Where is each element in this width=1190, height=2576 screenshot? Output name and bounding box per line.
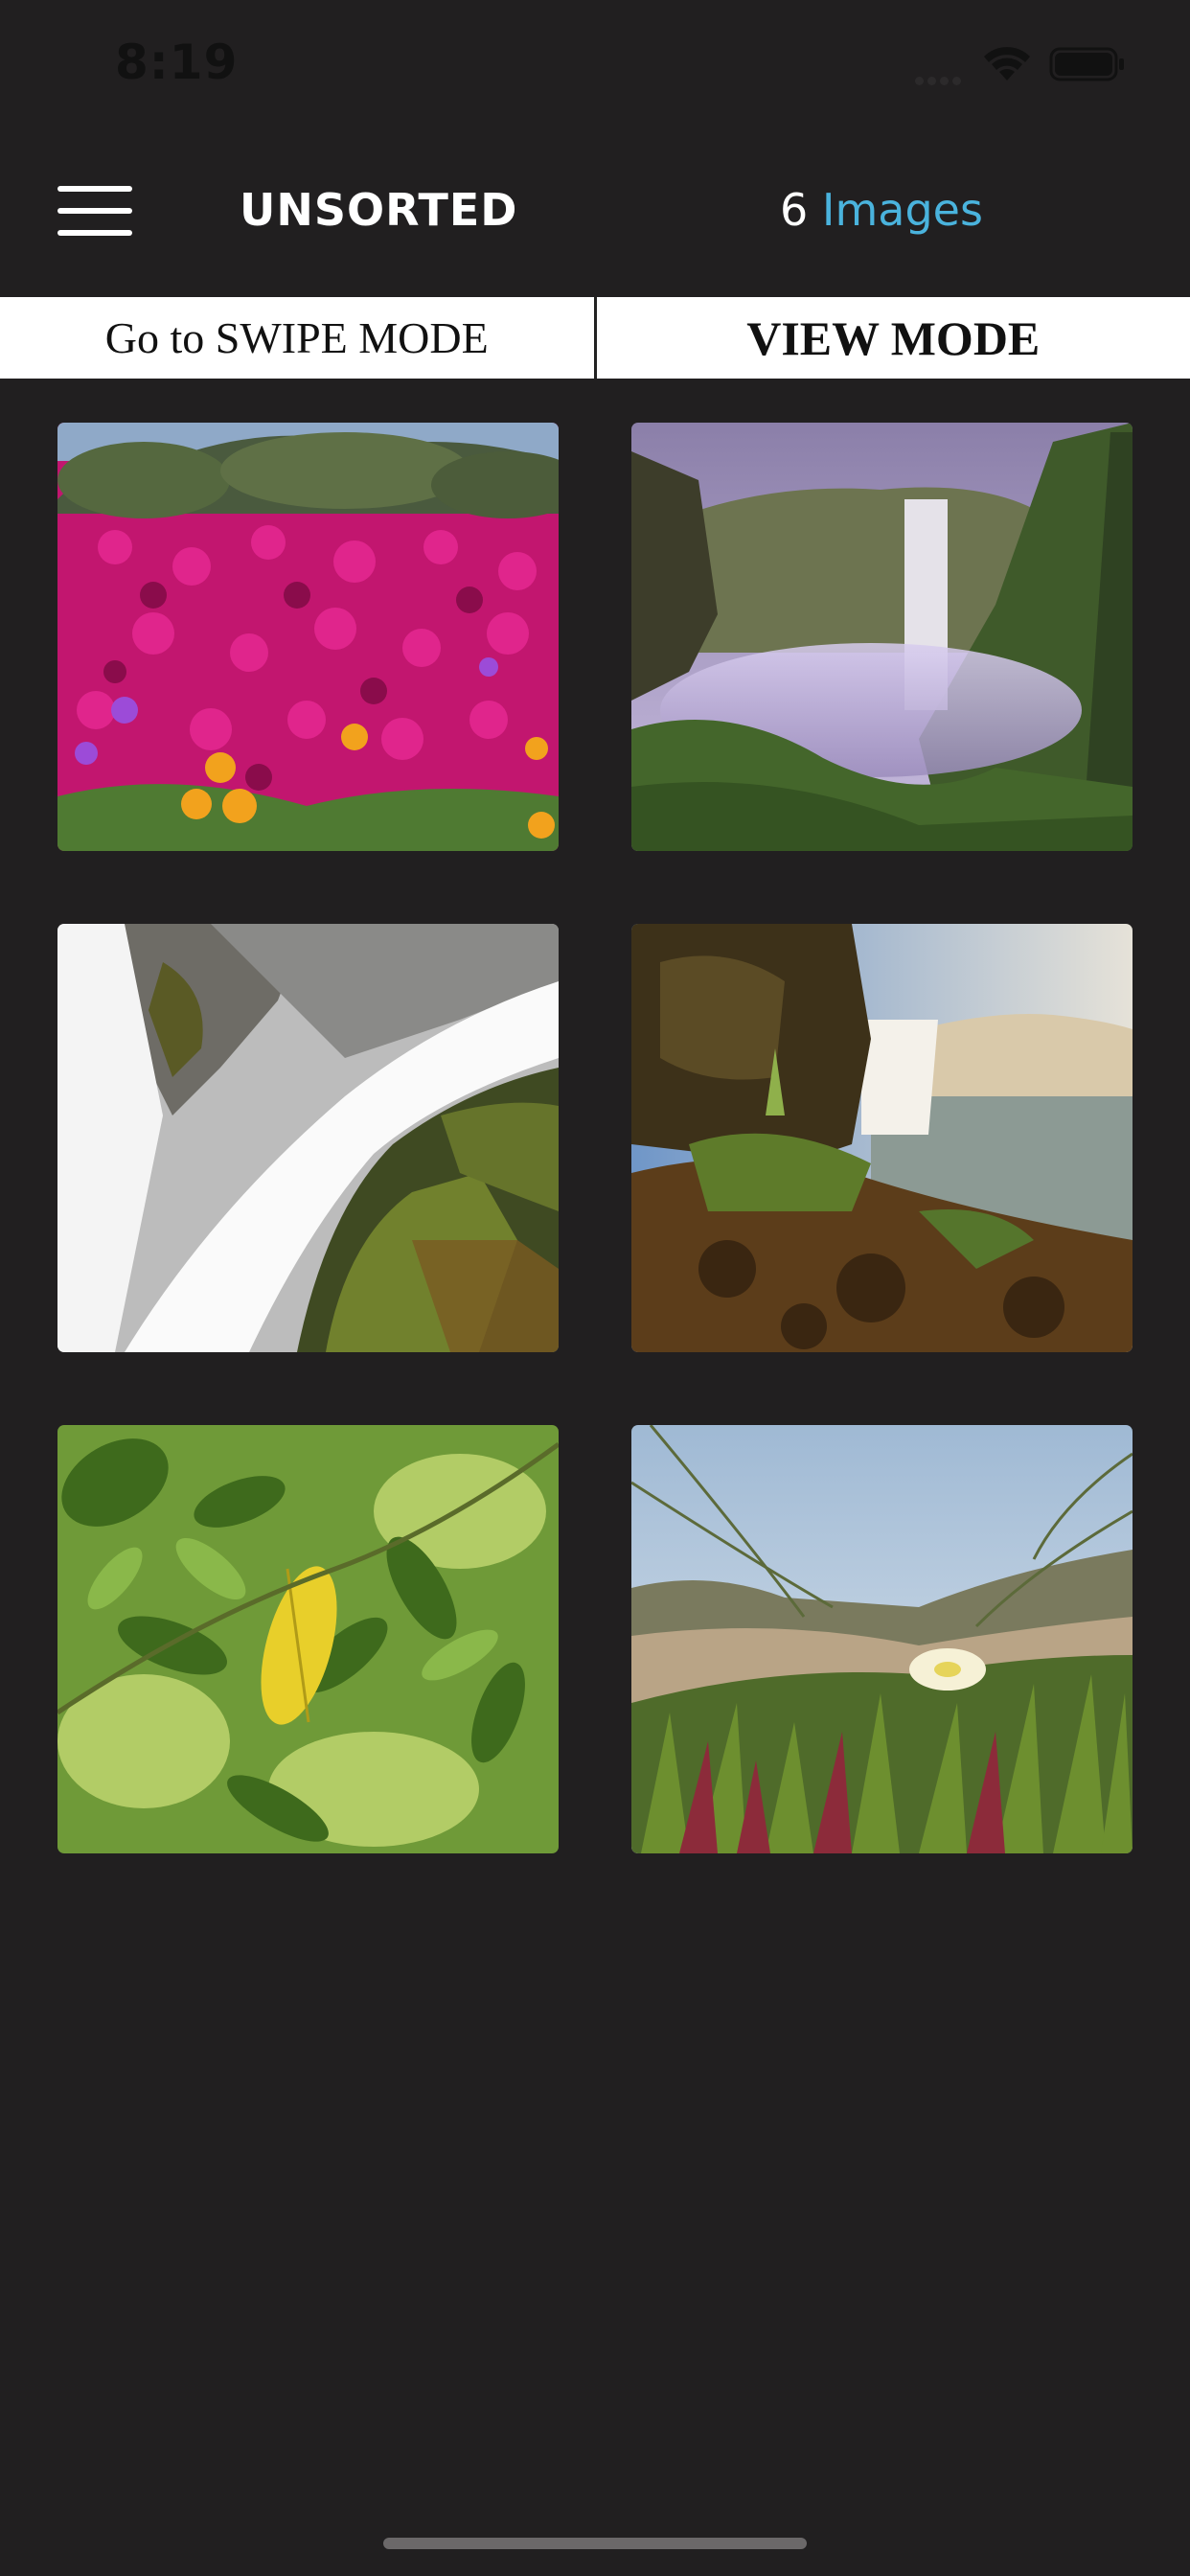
header: UNSORTED 6 Images [0, 163, 1190, 278]
home-indicator[interactable] [383, 2538, 807, 2549]
image-count-number: 6 [780, 184, 809, 236]
page-title: UNSORTED [240, 184, 518, 236]
swipe-mode-button[interactable]: Go to SWIPE MODE [0, 297, 594, 379]
view-mode-button[interactable]: VIEW MODE [597, 297, 1190, 379]
image-thumbnail-mossy-waterfall[interactable] [57, 924, 559, 1352]
image-count: 6 Images [780, 184, 983, 236]
image-thumbnail-ice-plant[interactable] [631, 1425, 1133, 1853]
image-thumbnail-flowers[interactable] [57, 423, 559, 851]
status-time: 8:19 [115, 34, 239, 90]
battery-icon [1049, 46, 1126, 86]
wifi-icon [983, 46, 1031, 86]
image-count-label: Images [821, 184, 983, 236]
cellular-signal-icon [915, 71, 965, 89]
hamburger-menu-icon[interactable] [57, 184, 132, 238]
image-thumbnail-rocky-waterfall[interactable] [631, 924, 1133, 1352]
mode-switcher: Go to SWIPE MODE VIEW MODE [0, 297, 1190, 379]
image-thumbnail-leaves[interactable] [57, 1425, 559, 1853]
status-bar: 8:19 [0, 0, 1190, 134]
image-thumbnail-misty-waterfall[interactable] [631, 423, 1133, 851]
